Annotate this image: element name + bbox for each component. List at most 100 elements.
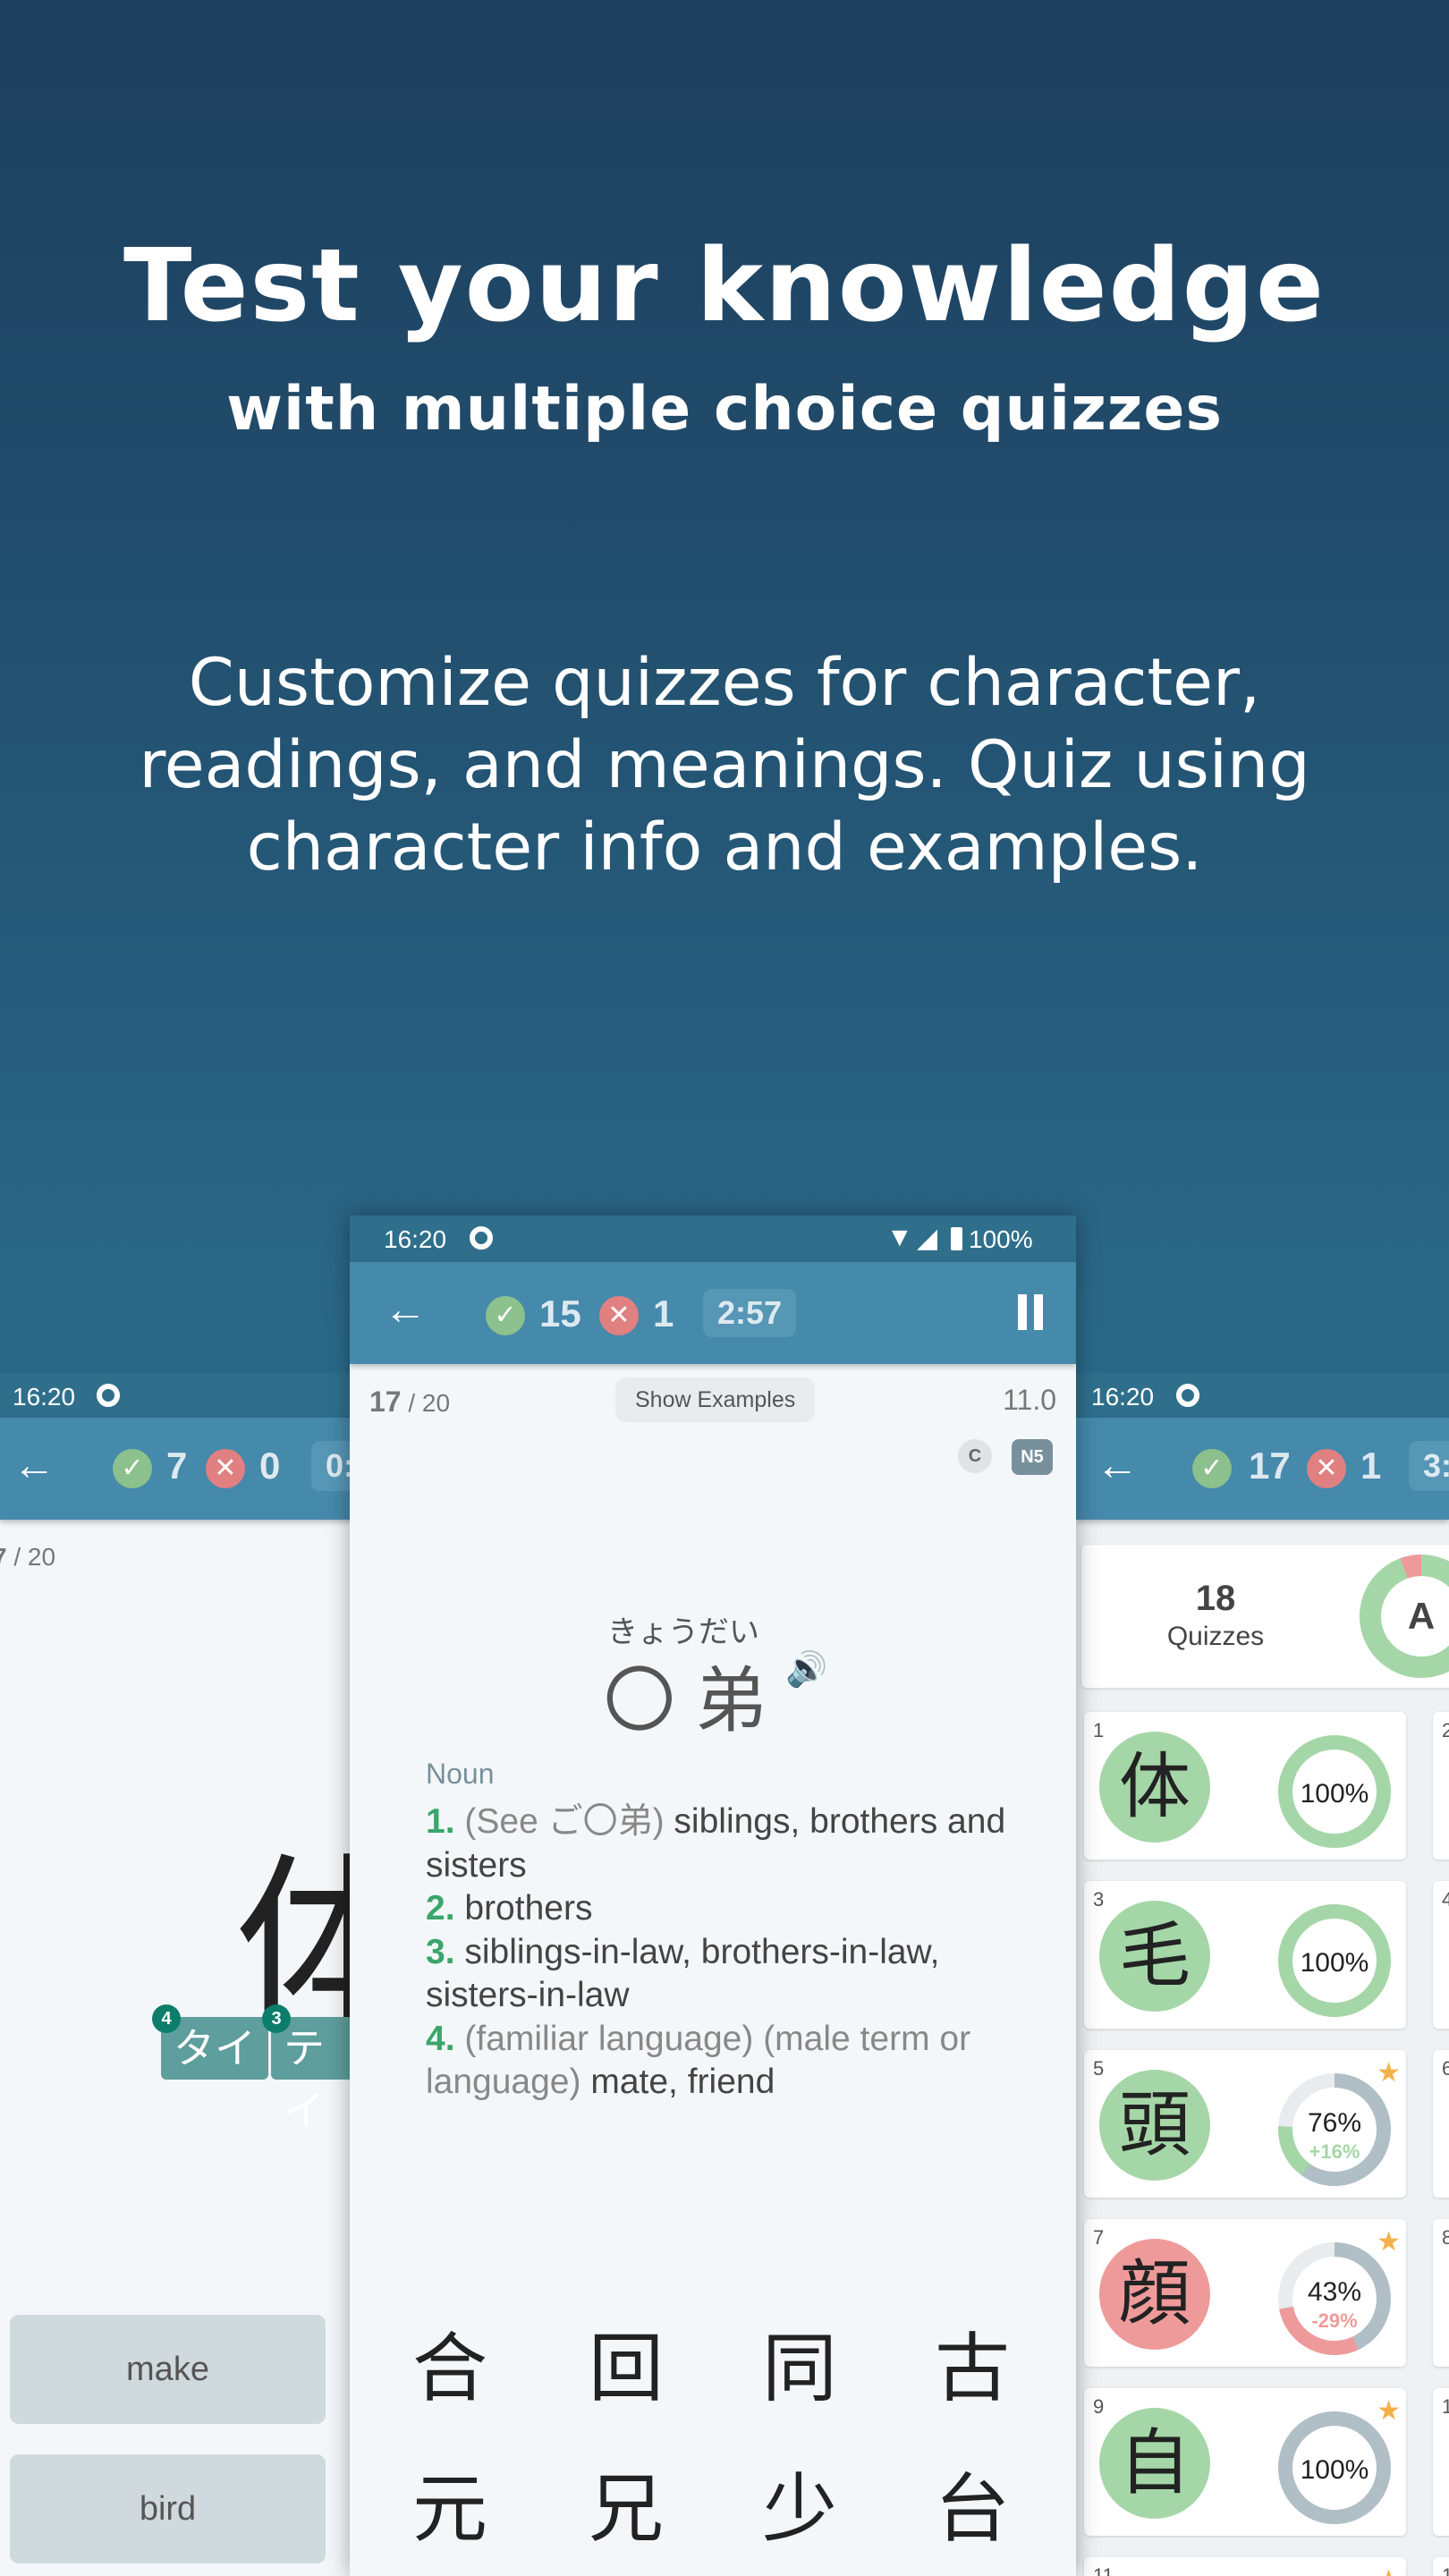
speaker-icon[interactable]: 🔊 — [785, 1650, 827, 1690]
definition-text: siblings-in-law, brothers-in-law, sister… — [426, 1932, 940, 2015]
quiz-card[interactable]: 9 ★ 自 100% — [1084, 2388, 1406, 2536]
answer-choice[interactable]: 少 — [746, 2449, 853, 2557]
wrong-icon: ✕ — [1307, 1449, 1346, 1488]
score-ring: 76%+16% — [1278, 2073, 1391, 2186]
reading-label: テイ — [284, 2025, 325, 2134]
score-ring: 100% — [1278, 1735, 1391, 1848]
back-arrow-icon[interactable]: ← — [1096, 1441, 1139, 1490]
correct-count: 15 — [539, 1292, 581, 1335]
correct-icon: ✓ — [1192, 1449, 1232, 1488]
definition-item: 4. (familiar language) (male term or lan… — [426, 2018, 1016, 2105]
answer-choice[interactable]: 回 — [572, 2309, 680, 2417]
right-phone-screen: 16:20 ← ✓ 17 ✕ 1 3: 18 Quizzes A 1 体 100% 2… — [1076, 1373, 1449, 2576]
wrong-count: 1 — [1360, 1445, 1382, 1487]
card-number: 6 — [1442, 2057, 1449, 2080]
toolbar: ← ✓ 15 ✕ 1 2:57 — [350, 1262, 1076, 1364]
back-arrow-icon[interactable]: ← — [13, 1441, 55, 1490]
sync-icon — [97, 1384, 120, 1407]
toolbar: ← ✓ 17 ✕ 1 3: — [1076, 1418, 1449, 1520]
question-word: 〇 弟 — [603, 1661, 767, 1741]
card-percent: 100% — [1301, 2455, 1369, 2485]
definition-number: 1. — [426, 1802, 455, 1841]
status-time: 16:20 — [384, 1225, 447, 1253]
correct-count: 7 — [166, 1445, 188, 1487]
reading-count-badge: 3 — [262, 2004, 291, 2033]
back-arrow-icon[interactable]: ← — [384, 1285, 427, 1335]
card-percent: 100% — [1301, 1779, 1369, 1809]
status-bar: 16:20 — [0, 1373, 358, 1419]
quiz-card[interactable]: 2 — [1433, 1712, 1449, 1860]
card-number: 5 — [1093, 2057, 1105, 2080]
card-percent: 100% — [1301, 1948, 1369, 1978]
pause-icon[interactable] — [1018, 1294, 1043, 1330]
card-kanji: 自 — [1099, 2408, 1210, 2519]
quiz-card[interactable]: 3 毛 100% — [1084, 1881, 1406, 2029]
answer-choice[interactable]: 古 — [919, 2309, 1026, 2417]
sync-icon — [470, 1226, 493, 1250]
answer-choice[interactable]: 台 — [919, 2449, 1026, 2557]
card-percent: 43% — [1308, 2277, 1361, 2307]
score-ring: 100% — [1278, 1904, 1391, 2017]
card-number: 1 — [1093, 1719, 1105, 1741]
answer-choice[interactable]: 同 — [746, 2309, 853, 2417]
wrong-count: 1 — [653, 1292, 674, 1335]
card-number: 3 — [1093, 1888, 1105, 1911]
quiz-count: 18 — [1195, 1579, 1236, 1618]
answer-choice[interactable]: 合 — [396, 2309, 504, 2417]
quiz-card[interactable]: 11 ★ — [1084, 2557, 1406, 2576]
definition-note: (See ご〇弟) — [464, 1802, 665, 1841]
quiz-card[interactable]: 7 ★ 顔 43% -29% — [1084, 2219, 1406, 2367]
battery-level: 100% — [969, 1225, 1033, 1253]
reading-label: タイ — [174, 2025, 256, 2072]
wrong-count: 0 — [259, 1445, 281, 1487]
quiz-card[interactable]: 5 ★ 頭 76% +16% — [1084, 2050, 1406, 2198]
quiz-card[interactable]: 6 — [1433, 2050, 1449, 2198]
card-percent: 76% — [1308, 2108, 1361, 2138]
show-examples-button[interactable]: Show Examples — [615, 1377, 816, 1422]
definition-number: 4. — [426, 2019, 455, 2058]
grade-donut: A — [1360, 1555, 1449, 1678]
timer: 3: — [1409, 1441, 1449, 1491]
progress: 17 / 20 — [369, 1385, 450, 1419]
status-bar: 16:20 — [1076, 1373, 1449, 1419]
quiz-card[interactable]: 4 — [1433, 1881, 1449, 2029]
reading-count-badge: 4 — [152, 2004, 181, 2033]
signal-icon: ◢ — [917, 1224, 938, 1253]
progress-current: 17 — [369, 1385, 402, 1418]
quiz-card[interactable]: 1 — [1433, 2557, 1449, 2576]
card-number: 2 — [1442, 1719, 1449, 1741]
timer: 2:57 — [703, 1289, 797, 1337]
card-kanji: 頭 — [1099, 2070, 1210, 2181]
star-icon[interactable]: ★ — [1377, 2564, 1401, 2576]
quiz-card[interactable]: 1 — [1433, 2388, 1449, 2536]
wrong-icon: ✕ — [599, 1296, 639, 1335]
answer-choice[interactable]: 元 — [396, 2449, 504, 2557]
card-kanji: 顔 — [1099, 2239, 1210, 2350]
card-number: 9 — [1093, 2395, 1105, 2418]
wrong-icon: ✕ — [206, 1449, 245, 1488]
reading-chip: 3 テイ — [262, 2004, 358, 2134]
definition-item: 1. (See ご〇弟) siblings, brothers and sist… — [426, 1801, 1016, 1887]
answer-button[interactable]: bird — [10, 2454, 326, 2563]
toolbar: ← ✓ 7 ✕ 0 0: — [0, 1418, 358, 1520]
wifi-icon: ▼ — [886, 1223, 913, 1252]
quiz-card[interactable]: 8 — [1433, 2219, 1449, 2367]
correct-icon: ✓ — [486, 1296, 525, 1335]
headline-title: Test your knowledge — [123, 228, 1326, 344]
card-number: 7 — [1093, 2226, 1105, 2249]
card-number: 11 — [1093, 2564, 1114, 2576]
definitions-list: 1. (See ご〇弟) siblings, brothers and sist… — [426, 1801, 1016, 2105]
summary-card: 18 Quizzes A — [1081, 1545, 1449, 1688]
quiz-card[interactable]: 1 体 100% — [1084, 1712, 1406, 1860]
definition-text: mate, friend — [590, 2063, 775, 2101]
answer-choice[interactable]: 兄 — [572, 2449, 680, 2557]
status-bar: 16:20 ▼ ◢ 100% — [350, 1216, 1076, 1262]
answer-button[interactable]: make — [10, 2315, 326, 2424]
sync-icon — [1176, 1384, 1199, 1407]
quiz-label: Quizzes — [1166, 1622, 1265, 1651]
score: 11.0 — [1003, 1384, 1056, 1416]
status-time: 16:20 — [1091, 1383, 1155, 1411]
card-number: 1 — [1442, 2395, 1449, 2418]
battery-icon — [951, 1227, 962, 1250]
card-kanji: 毛 — [1099, 1901, 1210, 2012]
